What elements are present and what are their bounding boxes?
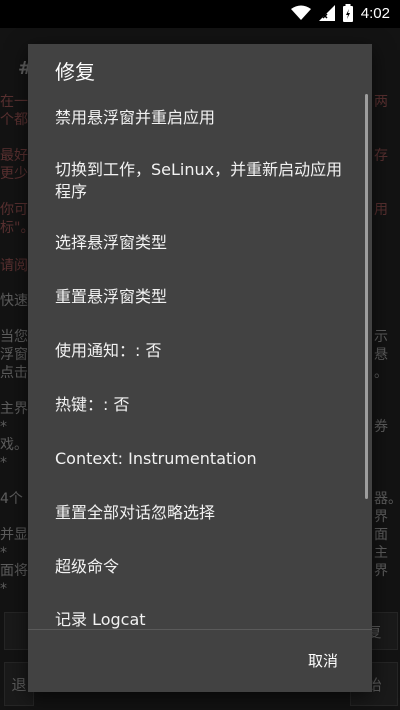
menu-item-label: 使用通知：: 否 xyxy=(55,341,162,360)
menu-item[interactable]: 使用通知：: 否 xyxy=(28,324,372,378)
menu-item-label: 重置悬浮窗类型 xyxy=(55,287,168,306)
menu-item[interactable]: 禁用悬浮窗并重启应用 xyxy=(28,90,372,146)
scrollbar[interactable] xyxy=(365,94,368,499)
menu-item[interactable]: 重置全部对话忽略选择 xyxy=(28,486,372,540)
status-bar: 4:02 xyxy=(0,0,400,28)
menu-item-label: 重置全部对话忽略选择 xyxy=(55,503,216,522)
menu-item[interactable]: 热键：: 否 xyxy=(28,378,372,432)
menu-item[interactable]: 记录 Logcat xyxy=(28,593,372,646)
fix-dialog: 修复 禁用悬浮窗并重启应用切换到工作，SeLinux，并重新启动应用程序选择悬浮… xyxy=(28,44,372,692)
menu-item[interactable]: 切换到工作，SeLinux，并重新启动应用程序 xyxy=(28,146,372,216)
menu-item-label: 热键：: 否 xyxy=(55,395,130,414)
menu-item[interactable]: 选择悬浮窗类型 xyxy=(28,216,372,270)
menu-item-label: 切换到工作，SeLinux，并重新启动应用程序 xyxy=(55,160,343,201)
menu-item-label: 超级命令 xyxy=(55,556,120,576)
menu-item-label: 选择悬浮窗类型 xyxy=(55,233,168,252)
dialog-title: 修复 xyxy=(55,60,95,84)
signal-icon xyxy=(318,5,335,21)
menu-item-label: 禁用悬浮窗并重启应用 xyxy=(55,108,216,127)
wifi-icon xyxy=(290,5,311,20)
battery-icon xyxy=(342,4,353,22)
menu-list: 禁用悬浮窗并重启应用切换到工作，SeLinux，并重新启动应用程序选择悬浮窗类型… xyxy=(28,90,372,646)
status-icons: 4:02 xyxy=(290,4,390,22)
divider xyxy=(28,629,372,630)
menu-item-label: Context: Instrumentation xyxy=(55,449,257,468)
cancel-button[interactable]: 取消 xyxy=(308,650,338,671)
menu-item[interactable]: Context: Instrumentation xyxy=(28,432,372,486)
menu-item[interactable]: 超级命令 xyxy=(28,540,372,593)
menu-item[interactable]: 重置悬浮窗类型 xyxy=(28,270,372,324)
menu-item-label: 记录 Logcat xyxy=(55,609,146,629)
status-time: 4:02 xyxy=(360,4,390,22)
